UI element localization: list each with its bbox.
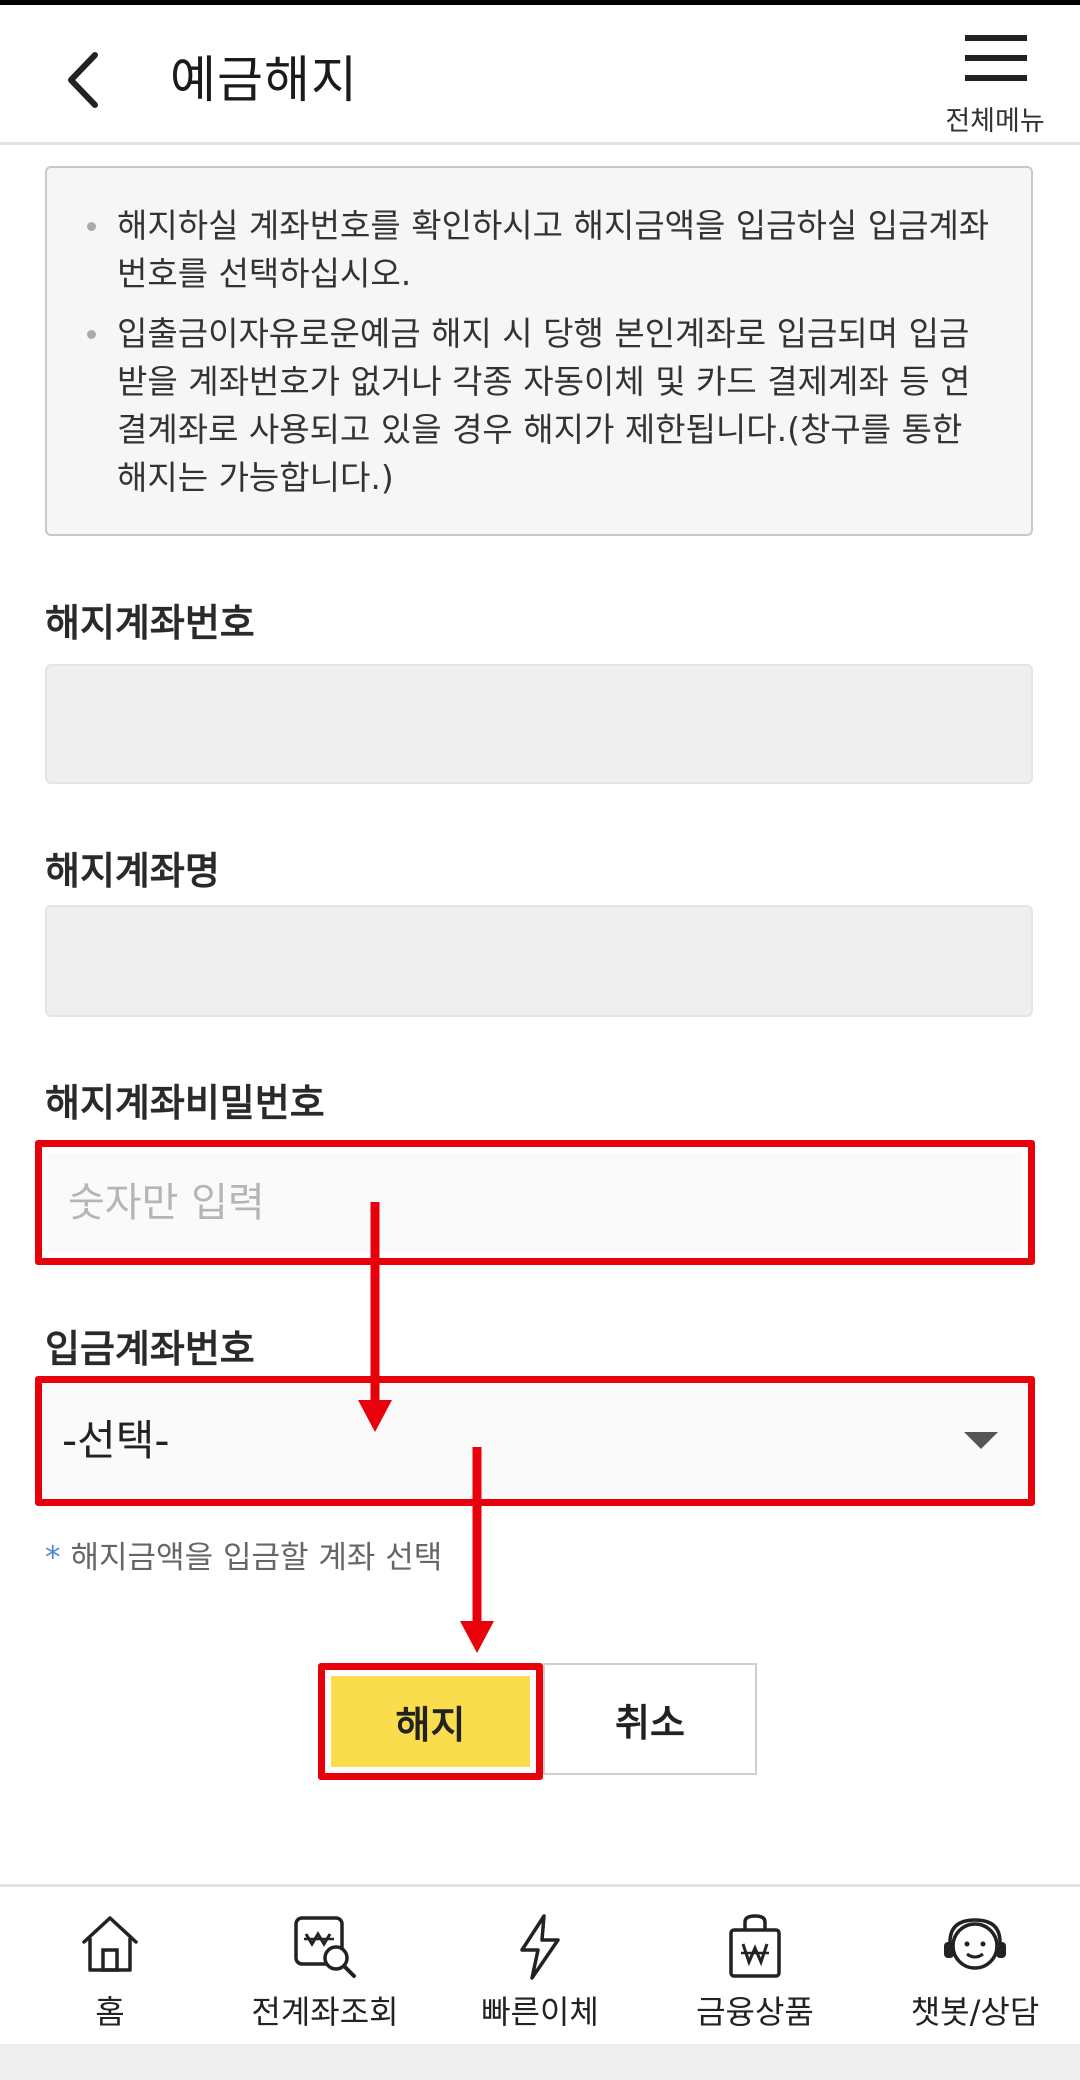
cancel-button[interactable]: 취소 xyxy=(543,1663,757,1775)
deposit-account-select[interactable]: -선택- xyxy=(35,1376,1035,1506)
confirm-highlight-box: 해지 xyxy=(318,1663,543,1780)
tab-label: 챗봇/상담 xyxy=(910,1993,1040,2031)
account-search-icon xyxy=(294,1916,356,1978)
deposit-account-selected: -선택- xyxy=(62,1416,170,1465)
password-label: 해지계좌비밀번호 xyxy=(45,1081,325,1125)
full-menu-button[interactable]: 전체메뉴 xyxy=(935,27,1055,137)
password-highlight-box xyxy=(35,1140,1035,1265)
tab-home[interactable]: 홈 xyxy=(40,1887,180,2047)
tab-chatbot[interactable]: 챗봇/상담 xyxy=(890,1887,1060,2047)
bottom-tab-bar: 홈 전계좌조회 빠른이체 금융상품 챗봇/상담 xyxy=(0,1884,1080,2047)
terminate-button[interactable]: 해지 xyxy=(331,1676,530,1767)
caret-down-icon xyxy=(964,1432,998,1449)
tab-label: 빠른이체 xyxy=(481,1993,599,2031)
account-number-label: 해지계좌번호 xyxy=(45,601,255,645)
account-name-field xyxy=(45,905,1033,1017)
annotation-arrow-icon xyxy=(460,1447,494,1653)
chatbot-icon xyxy=(944,1918,1006,1970)
tab-financial-products[interactable]: 금융상품 xyxy=(675,1887,835,2047)
chevron-left-icon xyxy=(68,52,98,108)
system-nav-area xyxy=(0,2044,1080,2080)
notice-box: 해지하실 계좌번호를 확인하시고 해지금액을 입금하실 입금계좌번호를 선택하십… xyxy=(45,166,1033,536)
account-number-field xyxy=(45,664,1033,784)
deposit-account-label: 입금계좌번호 xyxy=(45,1327,255,1371)
lightning-icon xyxy=(520,1914,560,1980)
account-name-label: 해지계좌명 xyxy=(45,849,220,893)
tab-quick-transfer[interactable]: 빠른이체 xyxy=(460,1887,620,2047)
tab-label: 전계좌조회 xyxy=(251,1993,399,2031)
home-icon xyxy=(82,1916,138,1972)
bullet-icon xyxy=(87,330,96,339)
tab-label: 금융상품 xyxy=(696,1993,814,2031)
annotation-arrow-icon xyxy=(358,1202,392,1432)
full-menu-label: 전체메뉴 xyxy=(945,106,1045,137)
notice-item: 해지하실 계좌번호를 확인하시고 해지금액을 입금하실 입금계좌번호를 선택하십… xyxy=(87,202,991,298)
app-header: 예금해지 전체메뉴 xyxy=(0,5,1080,145)
back-button[interactable] xyxy=(55,45,115,115)
notice-text: 해지하실 계좌번호를 확인하시고 해지금액을 입금하실 입금계좌번호를 선택하십… xyxy=(117,206,990,293)
bullet-icon xyxy=(87,222,96,231)
notice-item: 입출금이자유로운예금 해지 시 당행 본인계좌로 입금되며 입금받을 계좌번호가… xyxy=(87,310,991,502)
page-title: 예금해지 xyxy=(170,51,358,109)
helper-text: 해지금액을 입금할 계좌 선택 xyxy=(70,1540,443,1576)
deposit-helper-text: * 해지금액을 입금할 계좌 선택 xyxy=(45,1532,442,1577)
tab-label: 홈 xyxy=(95,1993,125,2031)
helper-star: * xyxy=(45,1540,61,1576)
notice-text: 입출금이자유로운예금 해지 시 당행 본인계좌로 입금되며 입금받을 계좌번호가… xyxy=(117,314,971,497)
shopping-bag-icon xyxy=(729,1914,781,1978)
tab-all-accounts[interactable]: 전계좌조회 xyxy=(230,1887,420,2047)
password-input[interactable] xyxy=(48,1153,1022,1252)
